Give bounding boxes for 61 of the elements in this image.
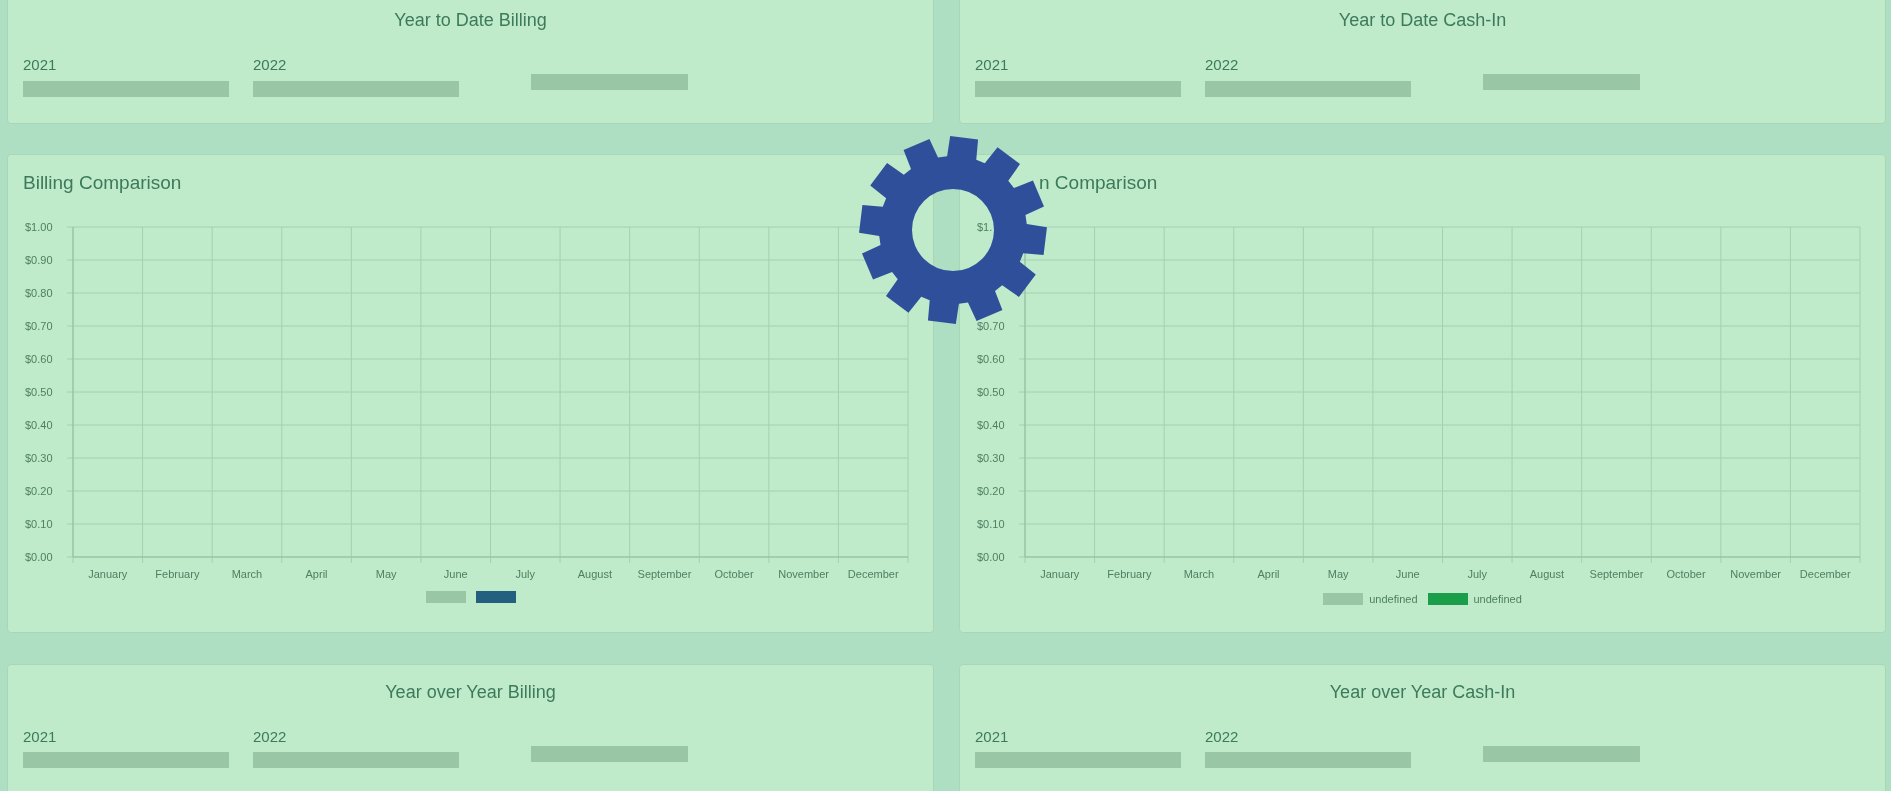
x-tick-label: May: [375, 568, 397, 580]
x-tick-label: March: [1183, 568, 1215, 580]
y-tick-label: $0.10: [977, 518, 1005, 530]
x-tick-label: October: [1666, 568, 1706, 580]
x-tick-label: February: [1107, 568, 1152, 580]
year-label: 2021: [975, 55, 1010, 75]
x-tick-label: October: [714, 568, 754, 580]
x-tick-label: January: [1040, 568, 1080, 580]
x-tick-label: March: [231, 568, 263, 580]
x-tick-label: February: [155, 568, 200, 580]
y-tick-label: $0.70: [25, 320, 53, 332]
y-tick-label: $0.10: [25, 518, 53, 530]
y-tick-label: $0.80: [25, 287, 53, 299]
y-tick-label: $0.30: [977, 452, 1005, 464]
x-tick-label: January: [88, 568, 128, 580]
x-tick-label: September: [1589, 568, 1644, 580]
legend-label: undefined: [1473, 592, 1522, 607]
y-tick-label: $0.20: [977, 485, 1005, 497]
y-tick-label: $0.00: [25, 551, 53, 563]
y-tick-label: $0.20: [25, 485, 53, 497]
year-label: 2022: [1205, 55, 1240, 75]
card-title: Year over Year Cash-In: [1328, 680, 1517, 704]
year-label: 2022: [1205, 726, 1240, 747]
y-tick-label: $0.60: [977, 353, 1005, 365]
year-label: 2022: [253, 55, 288, 75]
x-tick-label: July: [1467, 568, 1488, 580]
y-tick-label: $0.50: [25, 386, 53, 398]
x-tick-label: November: [1730, 568, 1781, 580]
x-tick-label: December: [1799, 568, 1851, 580]
x-tick-label: November: [778, 568, 829, 580]
x-tick-label: August: [577, 568, 612, 580]
x-tick-label: June: [443, 568, 468, 580]
x-tick-label: May: [1327, 568, 1349, 580]
year-label: 2021: [23, 55, 58, 75]
y-tick-label: $0.00: [977, 551, 1005, 563]
chart-title: Billing Comparison: [23, 170, 183, 195]
y-tick-label: $0.70: [977, 320, 1005, 332]
x-tick-label: June: [1395, 568, 1420, 580]
x-tick-label: April: [1257, 568, 1280, 580]
y-tick-label: $1.00: [25, 221, 53, 233]
x-tick-label: September: [637, 568, 692, 580]
x-tick-label: August: [1529, 568, 1564, 580]
card-title: Year to Date Cash-In: [1337, 9, 1508, 32]
year-label: 2021: [23, 726, 58, 747]
x-tick-label: April: [305, 568, 328, 580]
y-tick-label: $0.40: [25, 419, 53, 431]
year-label: 2022: [253, 726, 288, 747]
gear-icon: [859, 136, 1047, 324]
x-tick-label: December: [847, 568, 899, 580]
y-tick-label: $0.30: [25, 452, 53, 464]
chart-title: n Comparison: [1038, 170, 1159, 195]
y-tick-label: $0.90: [25, 254, 53, 266]
card-title: Year over Year Billing: [384, 680, 557, 704]
year-label: 2021: [975, 726, 1010, 747]
y-tick-label: $0.40: [977, 419, 1005, 431]
x-tick-label: July: [515, 568, 536, 580]
y-tick-label: $1.: [977, 221, 993, 233]
y-tick-label: $0.50: [977, 386, 1005, 398]
card-title: Year to Date Billing: [393, 9, 548, 32]
y-tick-label: $0.60: [25, 353, 53, 365]
legend-label: undefined: [1369, 592, 1418, 607]
